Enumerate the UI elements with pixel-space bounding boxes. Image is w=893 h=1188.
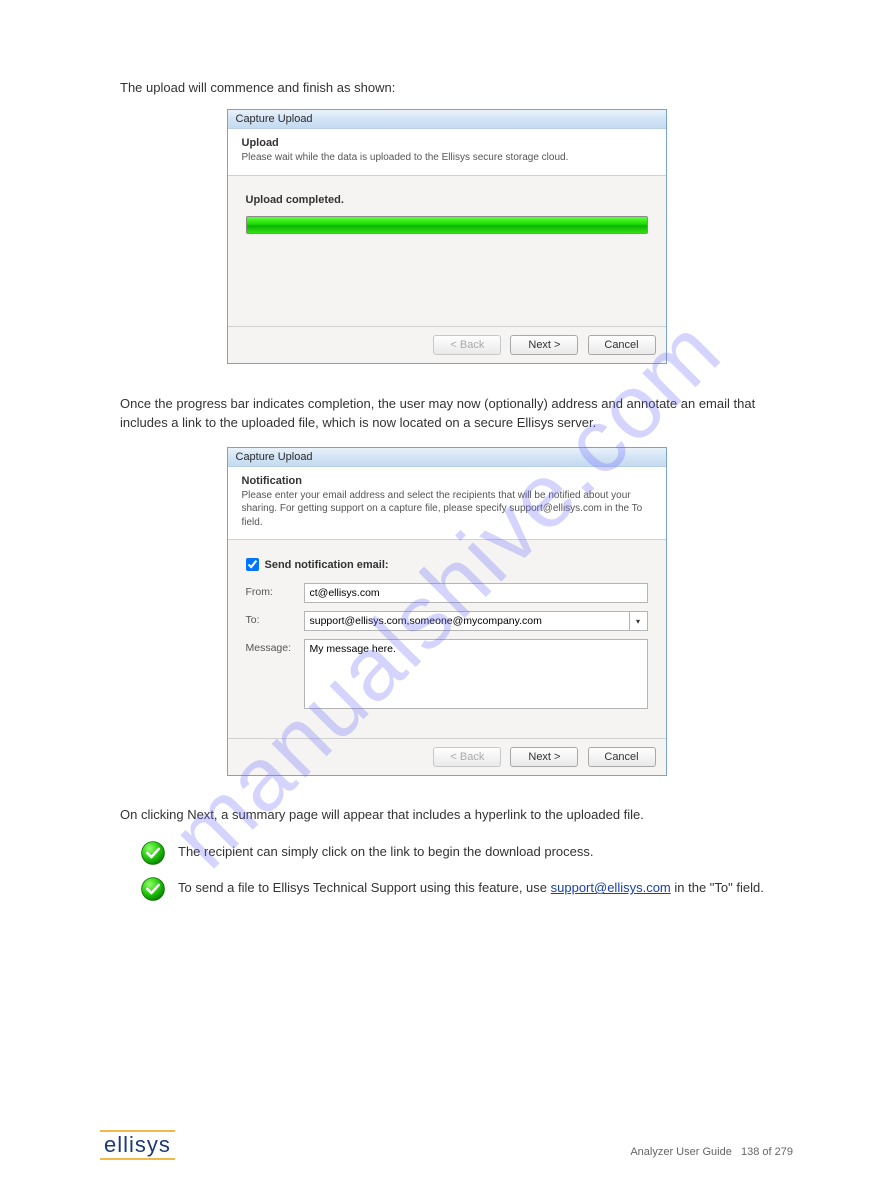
dialog-footer: < Back Next > Cancel bbox=[228, 738, 666, 775]
post-text: On clicking Next, a summary page will ap… bbox=[120, 806, 773, 824]
upload-dialog: Capture Upload Upload Please wait while … bbox=[227, 109, 667, 364]
send-email-row: Send notification email: bbox=[246, 558, 648, 571]
header-desc: Please wait while the data is uploaded t… bbox=[242, 151, 652, 165]
message-label: Message: bbox=[246, 639, 304, 712]
cancel-button[interactable]: Cancel bbox=[588, 747, 656, 767]
from-label: From: bbox=[246, 583, 304, 603]
intro-text: The upload will commence and finish as s… bbox=[120, 80, 793, 95]
header-title: Upload bbox=[242, 137, 652, 149]
send-notification-label: Send notification email: bbox=[265, 559, 389, 571]
tip-text-1: The recipient can simply click on the li… bbox=[178, 840, 594, 861]
tip-row: The recipient can simply click on the li… bbox=[140, 840, 773, 866]
to-input[interactable] bbox=[304, 611, 630, 631]
header-title: Notification bbox=[242, 475, 652, 487]
back-button: < Back bbox=[433, 335, 501, 355]
status-label: Upload completed. bbox=[246, 194, 648, 206]
progress-bar bbox=[246, 216, 648, 234]
tip-text-2: To send a file to Ellisys Technical Supp… bbox=[178, 876, 764, 897]
cancel-button[interactable]: Cancel bbox=[588, 335, 656, 355]
dialog-header: Upload Please wait while the data is upl… bbox=[228, 129, 666, 176]
dialog-title: Capture Upload bbox=[228, 110, 666, 129]
to-dropdown-button[interactable]: ▾ bbox=[630, 611, 648, 631]
check-icon bbox=[140, 876, 166, 902]
notification-dialog: Capture Upload Notification Please enter… bbox=[227, 447, 667, 777]
dialog-title: Capture Upload bbox=[228, 448, 666, 467]
dialog-header: Notification Please enter your email add… bbox=[228, 467, 666, 541]
between-text: Once the progress bar indicates completi… bbox=[120, 394, 773, 433]
to-label: To: bbox=[246, 611, 304, 631]
header-desc: Please enter your email address and sele… bbox=[242, 489, 652, 530]
dialog-footer: < Back Next > Cancel bbox=[228, 326, 666, 363]
ellisys-logo: ellisys bbox=[100, 1130, 175, 1160]
back-button: < Back bbox=[433, 747, 501, 767]
next-button[interactable]: Next > bbox=[510, 747, 578, 767]
message-textarea[interactable] bbox=[304, 639, 648, 709]
page-footer: Analyzer User Guide 138 of 279 bbox=[630, 1146, 793, 1158]
chevron-down-icon: ▾ bbox=[636, 617, 640, 626]
support-email-link[interactable]: support@ellisys.com bbox=[551, 880, 671, 895]
check-icon bbox=[140, 840, 166, 866]
from-input[interactable] bbox=[304, 583, 648, 603]
dialog-content: Upload completed. bbox=[228, 176, 666, 326]
dialog-content: Send notification email: From: To: ▾ Mes… bbox=[228, 540, 666, 738]
next-button[interactable]: Next > bbox=[510, 335, 578, 355]
tip-row: To send a file to Ellisys Technical Supp… bbox=[140, 876, 773, 902]
send-notification-checkbox[interactable] bbox=[246, 558, 259, 571]
